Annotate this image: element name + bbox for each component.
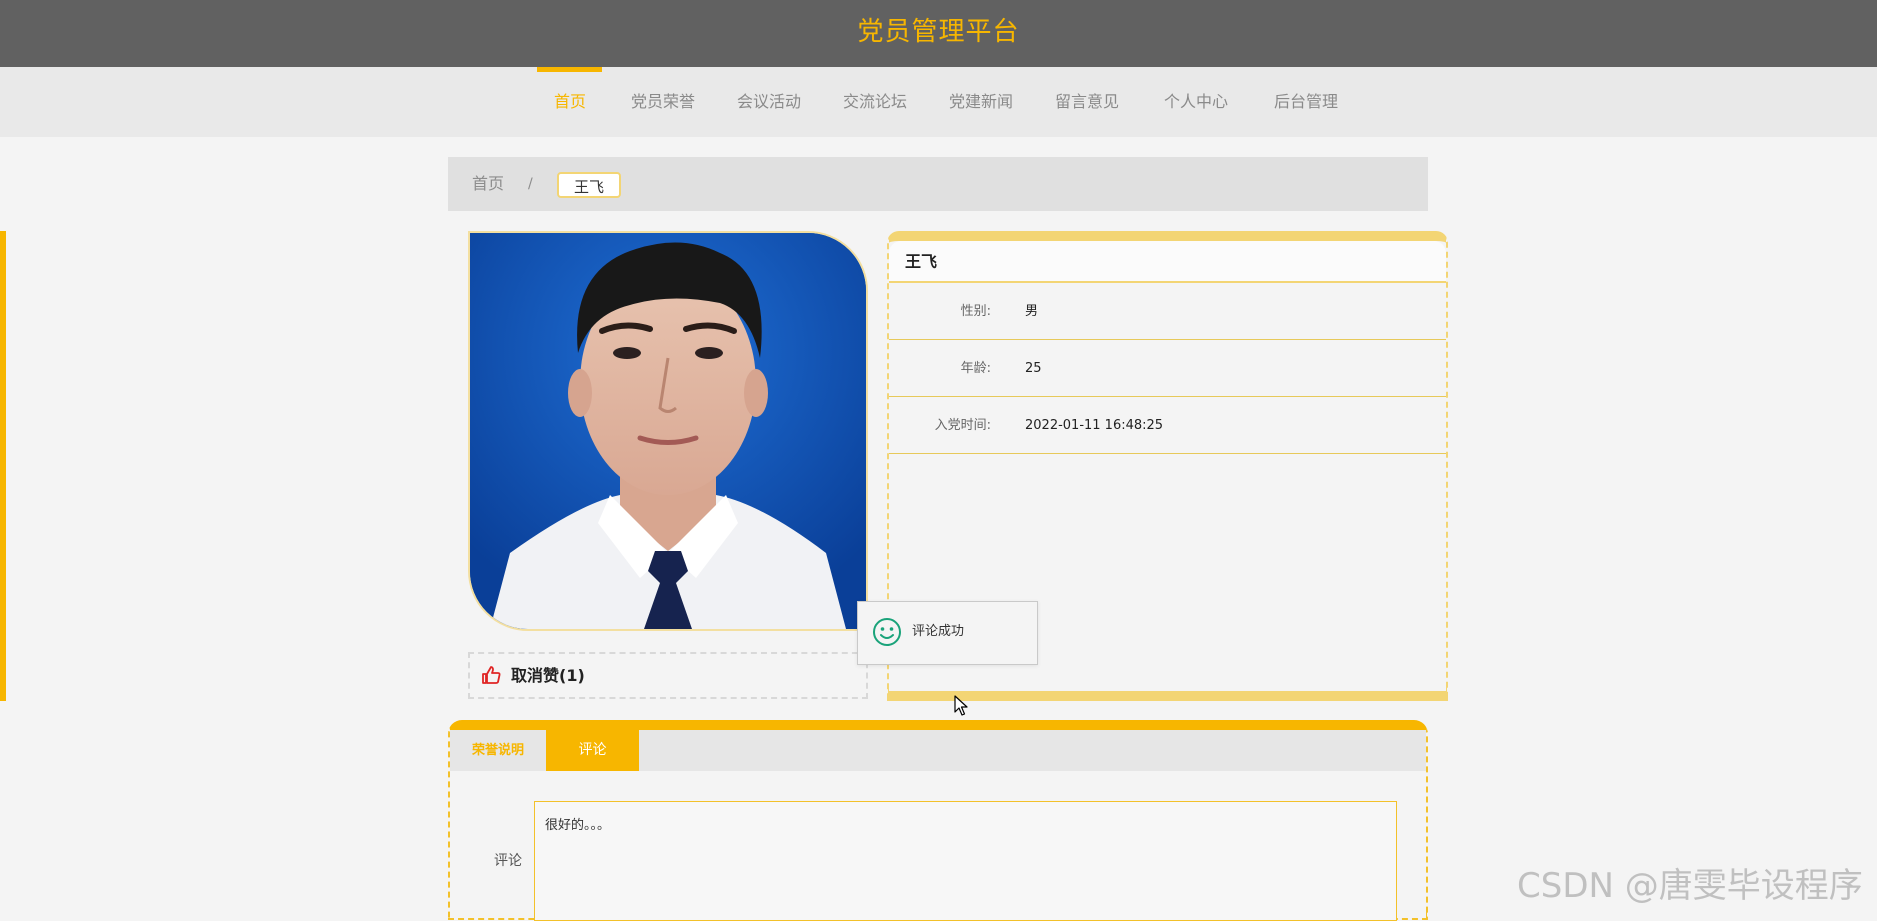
smile-icon — [872, 617, 902, 647]
nav-item-news[interactable]: 党建新闻 — [946, 67, 1016, 137]
breadcrumb-current: 王飞 — [557, 172, 621, 198]
toast-text: 评论成功 — [912, 624, 965, 639]
nav-item-home[interactable]: 首页 — [545, 67, 595, 137]
breadcrumb-home-link[interactable]: 首页 — [472, 157, 504, 211]
comment-label: 评论 — [494, 853, 522, 869]
profile-photo — [468, 231, 868, 631]
nav-item-forum[interactable]: 交流论坛 — [840, 67, 910, 137]
profile-info-header — [889, 241, 1446, 283]
tab-honor-description[interactable]: 荣誉说明 — [450, 730, 546, 771]
nav-item-feedback[interactable]: 留言意见 — [1052, 67, 1122, 137]
info-value-join-date: 2022-01-11 16:48:25 — [1025, 418, 1164, 433]
breadcrumb-separator: / — [528, 176, 533, 192]
nav-item-honors[interactable]: 党员荣誉 — [628, 67, 698, 137]
left-accent-bar — [0, 231, 6, 701]
mouse-cursor-icon — [954, 695, 968, 717]
nav-item-meetings[interactable]: 会议活动 — [734, 67, 804, 137]
comment-textarea[interactable]: 很好的。。。 — [534, 801, 1397, 921]
unlike-button[interactable]: 取消赞(1) — [511, 663, 585, 689]
info-value-age: 25 — [1025, 361, 1042, 376]
tab-comment[interactable]: 评论 — [546, 730, 639, 771]
info-label-age: 年龄: — [960, 361, 991, 376]
main-nav-bar — [0, 67, 1877, 137]
info-value-gender: 男 — [1025, 304, 1039, 319]
info-label-gender: 性别: — [960, 304, 991, 319]
site-title: 党员管理平台 — [857, 17, 1020, 47]
watermark-text: CSDN @唐雯毕设程序 — [1517, 866, 1863, 906]
profile-name: 王飞 — [905, 252, 938, 271]
nav-item-admin[interactable]: 后台管理 — [1271, 67, 1341, 137]
nav-item-profile[interactable]: 个人中心 — [1161, 67, 1231, 137]
info-label-join-date: 入党时间: — [934, 418, 991, 433]
thumbs-up-icon[interactable] — [481, 665, 501, 685]
